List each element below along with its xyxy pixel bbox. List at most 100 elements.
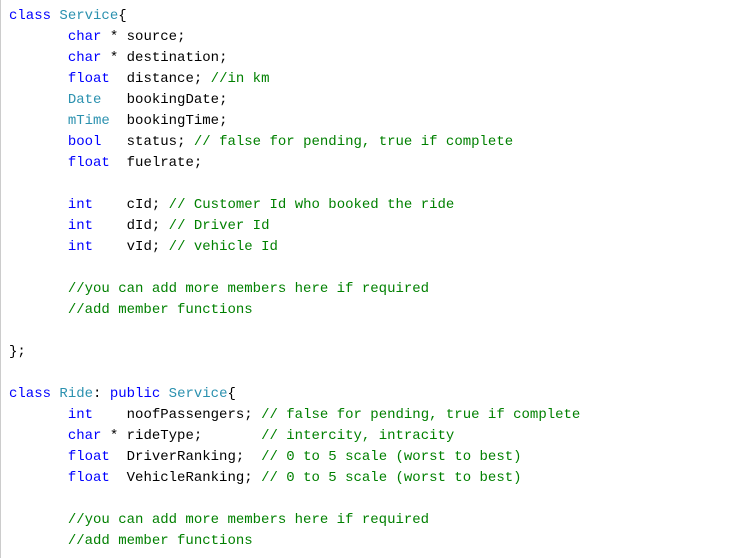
semicolon: ; (152, 197, 169, 213)
pointer-or-space (110, 113, 127, 129)
type-keyword: float (68, 449, 110, 465)
type-keyword: int (68, 218, 93, 234)
identifier: fuelrate (127, 155, 194, 171)
indent (9, 239, 68, 255)
type-keyword: int (68, 407, 93, 423)
code-line: float distance; //in km (9, 69, 739, 90)
indent (9, 50, 68, 66)
indent (9, 92, 68, 108)
identifier: noofPassengers (127, 407, 245, 423)
identifier: bookingTime (127, 113, 219, 129)
comment: // Driver Id (169, 218, 270, 234)
code-line: int cId; // Customer Id who booked the r… (9, 195, 739, 216)
comment: // vehicle Id (169, 239, 278, 255)
indent (9, 71, 68, 87)
code-line: //add member functions (9, 531, 739, 552)
identifier: VehicleRanking (127, 470, 245, 486)
identifier: DriverRanking (127, 449, 236, 465)
indent (9, 302, 68, 318)
semicolon: ; (177, 134, 194, 150)
class-name: Ride (59, 386, 93, 402)
indent (9, 197, 68, 213)
code-line: mTime bookingTime; (9, 111, 739, 132)
type-keyword: int (68, 197, 93, 213)
code-line: class Ride: public Service{ (9, 384, 739, 405)
pointer-or-space: * (101, 50, 126, 66)
identifier: destination (127, 50, 219, 66)
code-block: class Service{ char * source; char * des… (0, 0, 747, 558)
comment: //you can add more members here if requi… (68, 281, 429, 297)
identifier: status (127, 134, 177, 150)
blank-line (9, 489, 739, 510)
class-name: Service (59, 8, 118, 24)
brace-open: { (118, 8, 126, 24)
comment: //in km (211, 71, 270, 87)
code-line: //you can add more members here if requi… (9, 279, 739, 300)
code-line: //add member functions (9, 300, 739, 321)
blank-line (9, 174, 739, 195)
code-line: float fuelrate; (9, 153, 739, 174)
semicolon: ; (177, 29, 185, 45)
semicolon: ; (219, 92, 227, 108)
pointer-or-space (101, 134, 126, 150)
pointer-or-space (110, 470, 127, 486)
code-line: int dId; // Driver Id (9, 216, 739, 237)
semicolon: ; (219, 113, 227, 129)
type-keyword: char (68, 29, 102, 45)
comment: // false for pending, true if complete (194, 134, 513, 150)
semicolon: ; (152, 239, 169, 255)
code-line: float DriverRanking; // 0 to 5 scale (wo… (9, 447, 739, 468)
code-line: char * source; (9, 27, 739, 48)
code-line: float VehicleRanking; // 0 to 5 scale (w… (9, 468, 739, 489)
space (160, 386, 168, 402)
indent (9, 449, 68, 465)
indent (9, 281, 68, 297)
blank-line (9, 258, 739, 279)
indent (9, 134, 68, 150)
code-line: class Service{ (9, 6, 739, 27)
identifier: cId (127, 197, 152, 213)
type-keyword: float (68, 155, 110, 171)
code-line: char * rideType; // intercity, intracity (9, 426, 739, 447)
comment: // 0 to 5 scale (worst to best) (261, 449, 521, 465)
type-keyword: mTime (68, 113, 110, 129)
pointer-or-space (101, 92, 126, 108)
code-line: }; (9, 342, 739, 363)
type-keyword: bool (68, 134, 102, 150)
comment: // 0 to 5 scale (worst to best) (261, 470, 521, 486)
brace-open: { (227, 386, 235, 402)
code-line: Date bookingDate; (9, 90, 739, 111)
type-keyword: float (68, 71, 110, 87)
indent (9, 155, 68, 171)
comment: //you can add more members here if requi… (68, 512, 429, 528)
comment: //add member functions (68, 533, 253, 549)
indent (9, 533, 68, 549)
base-class-name: Service (169, 386, 228, 402)
pointer-or-space (110, 155, 127, 171)
semicolon: ; (219, 50, 227, 66)
pointer-or-space: * (101, 29, 126, 45)
comment: // Customer Id who booked the ride (169, 197, 455, 213)
semicolon: ; (244, 407, 261, 423)
pointer-or-space (93, 197, 127, 213)
keyword-class: class (9, 386, 51, 402)
pointer-or-space: * (101, 428, 126, 444)
keyword-access: public (110, 386, 160, 402)
identifier: bookingDate (127, 92, 219, 108)
code-line: char * destination; (9, 48, 739, 69)
type-keyword: char (68, 428, 102, 444)
indent (9, 218, 68, 234)
identifier: vId (127, 239, 152, 255)
indent (9, 407, 68, 423)
comment: //add member functions (68, 302, 253, 318)
type-keyword: Date (68, 92, 102, 108)
code-line: bool status; // false for pending, true … (9, 132, 739, 153)
keyword-class: class (9, 8, 51, 24)
type-keyword: char (68, 50, 102, 66)
code-line: int vId; // vehicle Id (9, 237, 739, 258)
comment: // intercity, intracity (261, 428, 454, 444)
blank-line (9, 363, 739, 384)
semicolon: ; (194, 71, 211, 87)
type-keyword: int (68, 239, 93, 255)
blank-line (9, 321, 739, 342)
